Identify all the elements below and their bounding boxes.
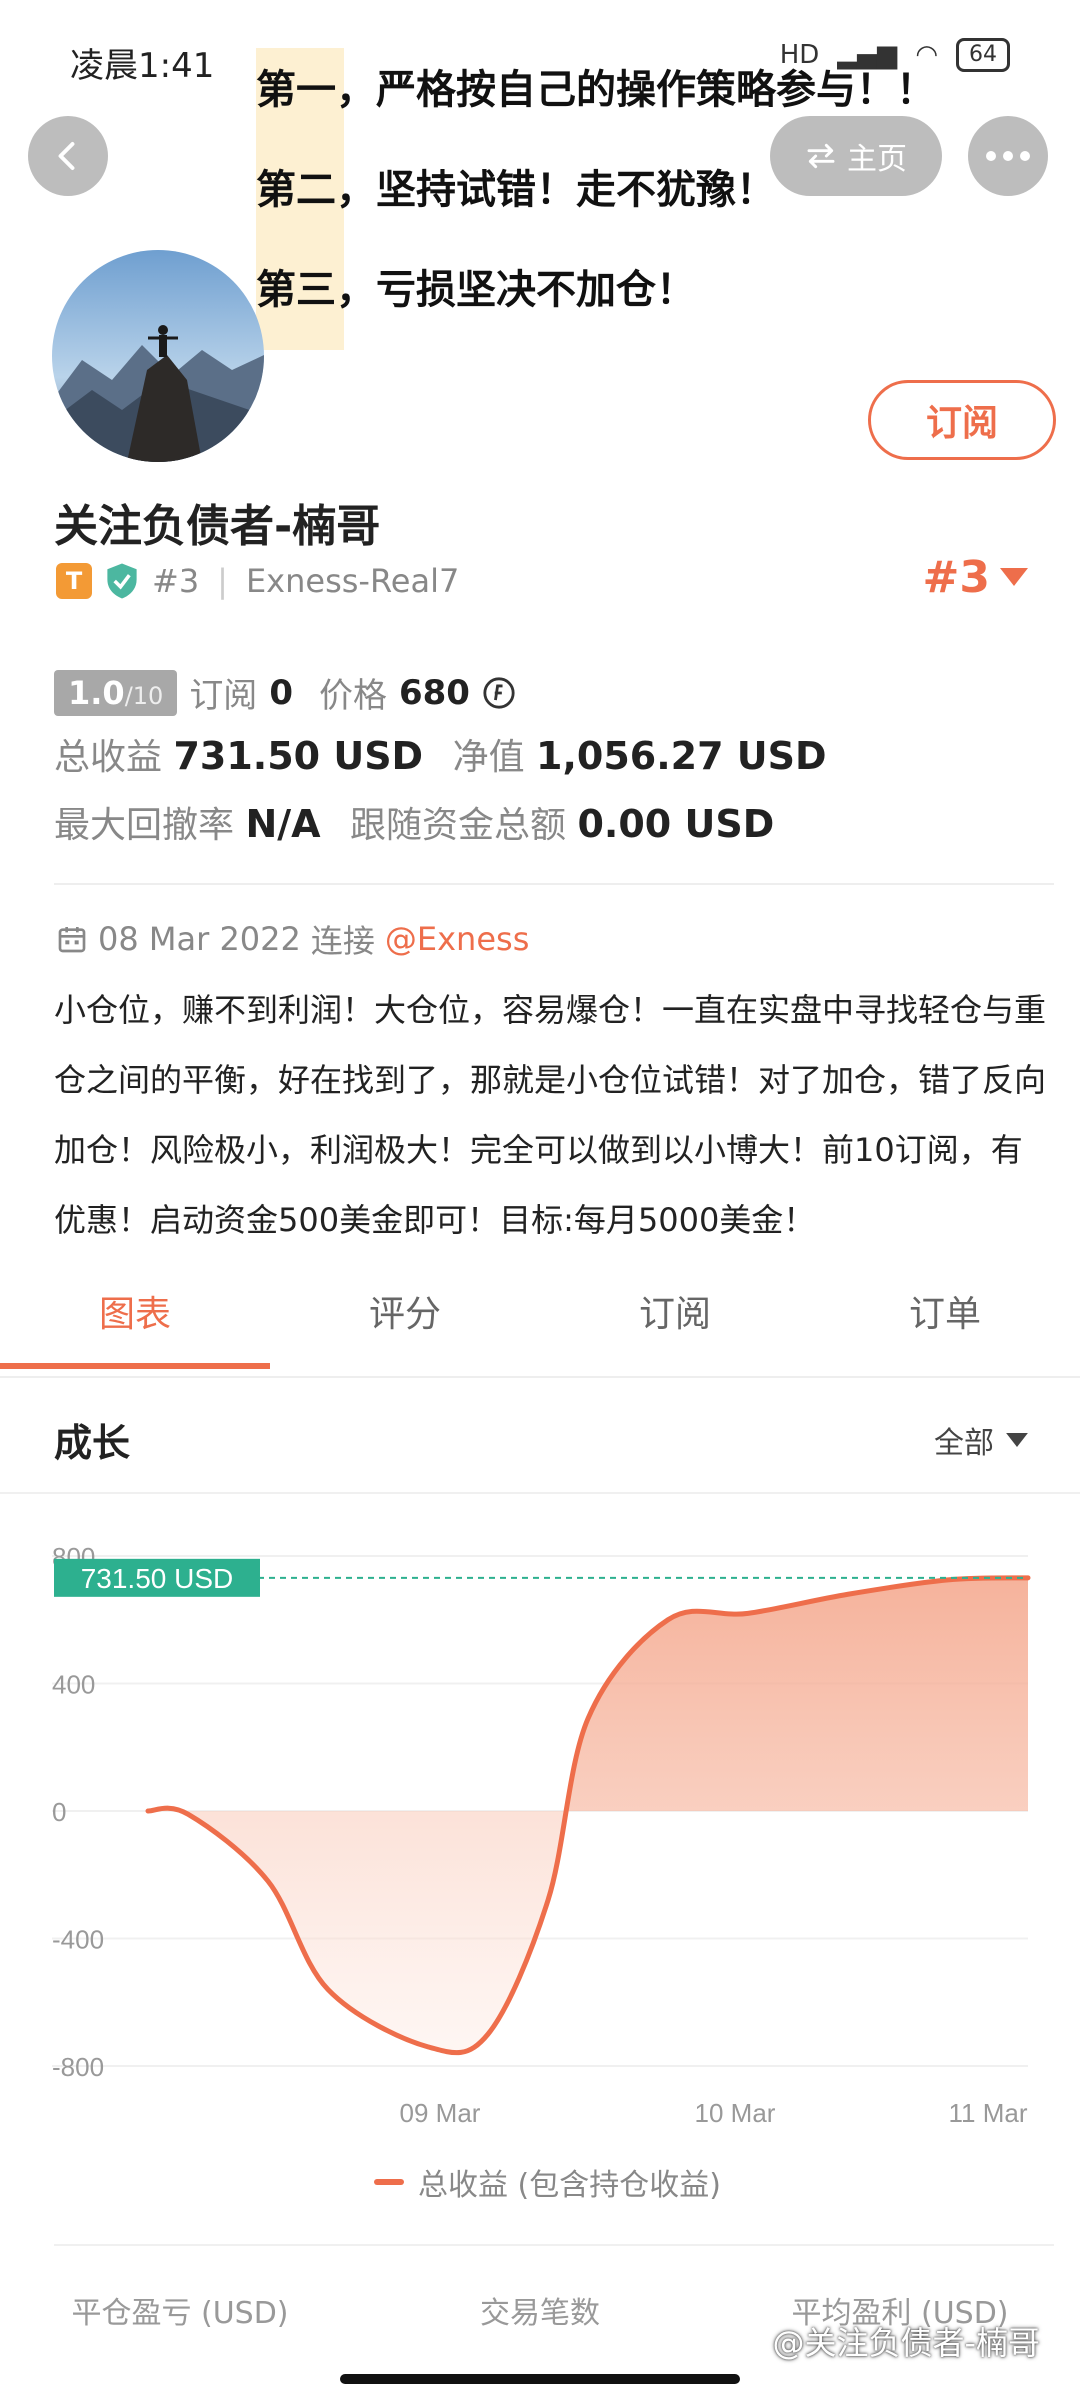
y-tick-label: 0: [52, 1797, 66, 1827]
connection-date: 08 Mar 2022: [98, 920, 301, 958]
caret-down-icon: [1006, 1433, 1028, 1447]
legend-swatch: [374, 2179, 404, 2185]
equity-value: 1,056.27 USD: [536, 734, 827, 778]
equity-label: 净值: [452, 737, 525, 778]
tab-bar: 图表 评分 订阅 订单: [0, 1285, 1080, 1377]
connection-info: 08 Mar 2022 连接 @Exness: [56, 916, 529, 962]
subscriptions-value: 0: [269, 672, 293, 713]
divider: [54, 883, 1054, 885]
tabs-divider: [0, 1376, 1080, 1378]
subscribe-button[interactable]: 订阅: [868, 380, 1056, 460]
strategy-overlay: 第一，严格按自己的操作策略参与！！ 第二，坚持试错！走不犹豫！ 第三，亏损坚决不…: [256, 48, 1056, 350]
current-value-label: 731.50 USD: [81, 1563, 234, 1594]
strategy-line-2: 第二，坚持试错！走不犹豫！: [256, 167, 776, 213]
caret-down-icon: [1000, 567, 1028, 586]
separator: |: [217, 562, 228, 600]
broker-account: Exness-Real7: [245, 562, 460, 600]
trades-count-label: 交易笔数: [480, 2296, 600, 2331]
back-button[interactable]: [28, 116, 108, 196]
max-drawdown-value: N/A: [245, 802, 321, 846]
closed-pnl-label: 平仓盈亏 (USD): [71, 2296, 289, 2331]
section-title: 成长: [54, 1421, 131, 1465]
section-divider: [0, 1492, 1080, 1494]
broker-link[interactable]: @Exness: [385, 920, 529, 958]
trader-meta: T #3 | Exness-Real7: [56, 562, 459, 600]
x-tick-label: 11 Mar: [949, 2098, 1028, 2128]
stats-row-2: 总收益 731.50 USD 净值 1,056.27 USD: [54, 728, 827, 780]
status-time: 凌晨1:41: [70, 46, 215, 86]
total-profit-value: 731.50 USD: [173, 734, 424, 778]
chevron-left-icon: [58, 142, 75, 170]
range-dropdown[interactable]: 全部: [934, 1418, 1028, 1462]
growth-chart: 8004000-400-80009 Mar 10 Mar 11 Mar731.50 …: [52, 1542, 1031, 2128]
x-tick-label: 09 Mar: [400, 2098, 481, 2128]
max-drawdown-label: 最大回撤率: [54, 805, 235, 846]
y-tick-label: -400: [52, 1925, 104, 1955]
y-tick-label: -800: [52, 2052, 104, 2082]
type-badge: T: [56, 563, 92, 599]
tab-orders[interactable]: 订单: [810, 1285, 1080, 1377]
mountain-avatar-image: [52, 250, 264, 462]
trader-name: 关注负债者-楠哥: [54, 501, 381, 552]
x-tick-label: 10 Mar: [695, 2098, 776, 2128]
strategy-description: 小仓位，赚不到利润！大仓位，容易爆仓！一直在实盘中寻找轻仓与重仓之间的平衡，好在…: [54, 991, 1047, 1239]
rank-label: #3: [152, 562, 200, 600]
strategy-line-1: 第一，严格按自己的操作策略参与！！: [256, 67, 936, 113]
strategy-line-3: 第三，亏损坚决不加仓！: [256, 267, 696, 313]
subscriptions-label: 订阅: [189, 676, 258, 716]
shield-check-icon: [107, 563, 137, 599]
y-tick-label: 400: [52, 1670, 95, 1700]
watermark: @关注负债者-楠哥: [772, 2324, 1040, 2362]
tab-chart[interactable]: 图表: [0, 1285, 270, 1377]
tab-rating[interactable]: 评分: [270, 1285, 540, 1377]
follow-funds-value: 0.00 USD: [577, 802, 775, 846]
range-label: 全部: [934, 1426, 994, 1461]
follow-funds-label: 跟随资金总额: [350, 805, 567, 846]
calendar-icon: [58, 927, 86, 953]
total-profit-label: 总收益: [54, 737, 163, 778]
legend-label: 总收益 (包含持仓收益): [418, 2168, 721, 2203]
stats-row-1: 1.0/10 订阅 0 价格 680: [54, 668, 516, 717]
stats-row-3: 最大回撤率 N/A 跟随资金总额 0.00 USD: [54, 796, 774, 848]
rank-value: #3: [922, 552, 990, 603]
chart-legend: 总收益 (包含持仓收益): [374, 2160, 721, 2204]
tab-subscription[interactable]: 订阅: [540, 1285, 810, 1377]
price-value: 680: [398, 672, 470, 713]
currency-icon: [483, 676, 515, 709]
avatar[interactable]: [52, 250, 264, 462]
rank-dropdown[interactable]: #3: [923, 552, 1028, 603]
footer-divider: [54, 2244, 1054, 2246]
connection-text: 连接: [310, 922, 375, 960]
home-indicator[interactable]: [340, 2374, 740, 2384]
price-label: 价格: [318, 676, 387, 716]
score-badge: 1.0/10: [54, 669, 178, 716]
